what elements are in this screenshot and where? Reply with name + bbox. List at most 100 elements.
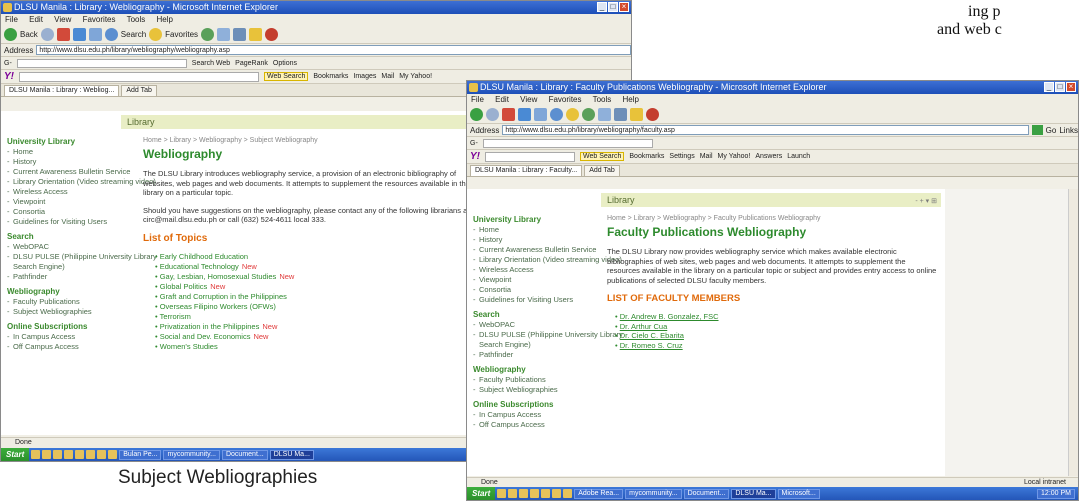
- nav-item-faculty-publications[interactable]: Faculty Publications: [7, 297, 157, 307]
- favorites-star-icon[interactable]: [566, 108, 579, 121]
- menu-file[interactable]: File: [471, 95, 484, 104]
- favorites-label[interactable]: Favorites: [165, 30, 198, 39]
- menu-file[interactable]: File: [5, 15, 18, 24]
- list-item[interactable]: • Overseas Filipino Workers (OFWs): [143, 302, 473, 312]
- faculty-link[interactable]: Dr. Romeo S. Cruz: [620, 341, 683, 350]
- list-item[interactable]: • Privatization in the Philippines New: [143, 322, 473, 332]
- quicklaunch-icon[interactable]: [53, 450, 63, 459]
- topic-link[interactable]: Privatization in the Philippines: [160, 322, 260, 331]
- list-item[interactable]: • Dr. Arthur Cua: [607, 322, 937, 332]
- list-item[interactable]: • Women's Studies: [143, 342, 473, 352]
- quicklaunch-icon[interactable]: [86, 450, 96, 459]
- list-item[interactable]: • Educational Technology New: [143, 262, 473, 272]
- search-label[interactable]: Search: [121, 30, 146, 39]
- breadcrumb[interactable]: Home > Library > Webliography > Subject …: [143, 137, 473, 144]
- taskbar-item[interactable]: DLSU Ma...: [269, 449, 314, 460]
- messenger-icon[interactable]: [265, 28, 279, 41]
- nav-item-current-awareness[interactable]: Current Awareness Bulletin Service: [473, 245, 623, 255]
- quicklaunch-icon[interactable]: [541, 489, 551, 498]
- quicklaunch-icon[interactable]: [108, 450, 118, 459]
- nav-item-history[interactable]: History: [473, 235, 623, 245]
- quicklaunch-icon[interactable]: [530, 489, 540, 498]
- menu-help[interactable]: Help: [623, 95, 639, 104]
- search-icon[interactable]: [550, 108, 563, 121]
- taskbar-item[interactable]: Microsoft...: [777, 488, 820, 499]
- quicklaunch-icon[interactable]: [75, 450, 85, 459]
- menu-help[interactable]: Help: [157, 15, 173, 24]
- yahoo-images[interactable]: Images: [353, 73, 376, 80]
- taskbar-item[interactable]: Document...: [683, 488, 730, 499]
- address-input[interactable]: http://www.dlsu.edu.ph/library/webliogra…: [502, 125, 1029, 135]
- search-icon[interactable]: [104, 28, 118, 41]
- nav-heading-online-subscriptions[interactable]: Online Subscriptions: [7, 322, 157, 331]
- list-item[interactable]: • Graft and Corruption in the Philippine…: [143, 292, 473, 302]
- topic-link[interactable]: Women's Studies: [160, 342, 218, 351]
- topic-link[interactable]: Graft and Corruption in the Philippines: [160, 292, 287, 301]
- faculty-link[interactable]: Dr. Andrew B. Gonzalez, FSC: [620, 312, 719, 321]
- quicklaunch-icon[interactable]: [563, 489, 573, 498]
- yahoo-bookmarks[interactable]: Bookmarks: [313, 73, 348, 80]
- menu-tools[interactable]: Tools: [127, 15, 146, 24]
- back-arrow-icon[interactable]: [470, 108, 483, 121]
- start-button[interactable]: Start: [467, 487, 496, 500]
- nav-item-pulse[interactable]: DLSU PULSE (Philippine University Librar…: [473, 330, 623, 350]
- yahoo-answers[interactable]: Answers: [755, 153, 782, 160]
- print-icon[interactable]: [233, 28, 247, 41]
- taskbar-item[interactable]: Bulan Pe...: [119, 449, 162, 460]
- nav-item-off-campus[interactable]: Off Campus Access: [7, 342, 157, 352]
- vertical-scrollbar[interactable]: [1068, 189, 1078, 476]
- yahoo-search-input[interactable]: [19, 71, 259, 82]
- nav-heading-search[interactable]: Search: [7, 232, 157, 241]
- yahoo-mail[interactable]: Mail: [700, 153, 713, 160]
- refresh-icon[interactable]: [72, 28, 86, 41]
- quicklaunch-icon[interactable]: [42, 450, 52, 459]
- menu-view[interactable]: View: [54, 15, 71, 24]
- taskbar-item[interactable]: Document...: [221, 449, 268, 460]
- menu-view[interactable]: View: [520, 95, 537, 104]
- nav-item-guidelines[interactable]: Guidelines for Visiting Users: [473, 295, 623, 305]
- messenger-icon[interactable]: [646, 108, 659, 121]
- go-label[interactable]: Go: [1046, 126, 1057, 135]
- nav-item-pulse[interactable]: DLSU PULSE (Philippine University Librar…: [7, 252, 157, 272]
- nav-heading-webliography[interactable]: Webliography: [7, 287, 157, 296]
- nav-item-faculty-publications[interactable]: Faculty Publications: [473, 375, 623, 385]
- nav-item-viewpoint[interactable]: Viewpoint: [473, 275, 623, 285]
- yahoo-my-yahoo[interactable]: My Yahoo!: [718, 153, 751, 160]
- nav-item-subject-webliographies[interactable]: Subject Webliographies: [7, 307, 157, 317]
- nav-item-wireless-access[interactable]: Wireless Access: [7, 187, 157, 197]
- links-label[interactable]: Links: [1059, 126, 1078, 135]
- mail-icon[interactable]: [217, 28, 231, 41]
- quicklaunch-icon[interactable]: [497, 489, 507, 498]
- nav-item-consortia[interactable]: Consortia: [473, 285, 623, 295]
- yahoo-launch[interactable]: Launch: [787, 153, 810, 160]
- topic-link[interactable]: Gay, Lesbian, Homosexual Studies: [160, 272, 277, 281]
- menu-edit[interactable]: Edit: [495, 95, 509, 104]
- nav-item-current-awareness[interactable]: Current Awareness Bulletin Service: [7, 167, 157, 177]
- nav-item-library-orientation[interactable]: Library Orientation (Video streaming vid…: [7, 177, 157, 187]
- yahoo-web-search-button[interactable]: Web Search: [580, 152, 625, 161]
- topic-link[interactable]: Educational Technology: [160, 262, 239, 271]
- tab-faculty[interactable]: DLSU Manila : Library : Faculty...: [470, 165, 583, 176]
- nav-heading-search[interactable]: Search: [473, 310, 623, 319]
- quicklaunch-icon[interactable]: [64, 450, 74, 459]
- tab-add[interactable]: Add Tab: [584, 165, 620, 176]
- maximize-button[interactable]: □: [1055, 82, 1065, 92]
- back-arrow-icon[interactable]: [4, 28, 17, 41]
- nav-item-home[interactable]: Home: [7, 147, 157, 157]
- nav-item-wireless-access[interactable]: Wireless Access: [473, 265, 623, 275]
- nav-item-in-campus[interactable]: In Campus Access: [7, 332, 157, 342]
- mail-icon[interactable]: [598, 108, 611, 121]
- nav-item-consortia[interactable]: Consortia: [7, 207, 157, 217]
- yahoo-mail[interactable]: Mail: [381, 73, 394, 80]
- topic-link[interactable]: Terrorism: [160, 312, 191, 321]
- maximize-button[interactable]: □: [608, 2, 618, 12]
- quicklaunch-icon[interactable]: [552, 489, 562, 498]
- google-options-button[interactable]: Options: [273, 60, 297, 67]
- nav-heading-webliography[interactable]: Webliography: [473, 365, 623, 374]
- minimize-button[interactable]: _: [597, 2, 607, 12]
- list-item[interactable]: • Dr. Cielo C. Ebarita: [607, 331, 937, 341]
- nav-item-webopac[interactable]: WebOPAC: [7, 242, 157, 252]
- yahoo-bookmarks[interactable]: Bookmarks: [629, 153, 664, 160]
- menu-edit[interactable]: Edit: [29, 15, 43, 24]
- nav-item-webopac[interactable]: WebOPAC: [473, 320, 623, 330]
